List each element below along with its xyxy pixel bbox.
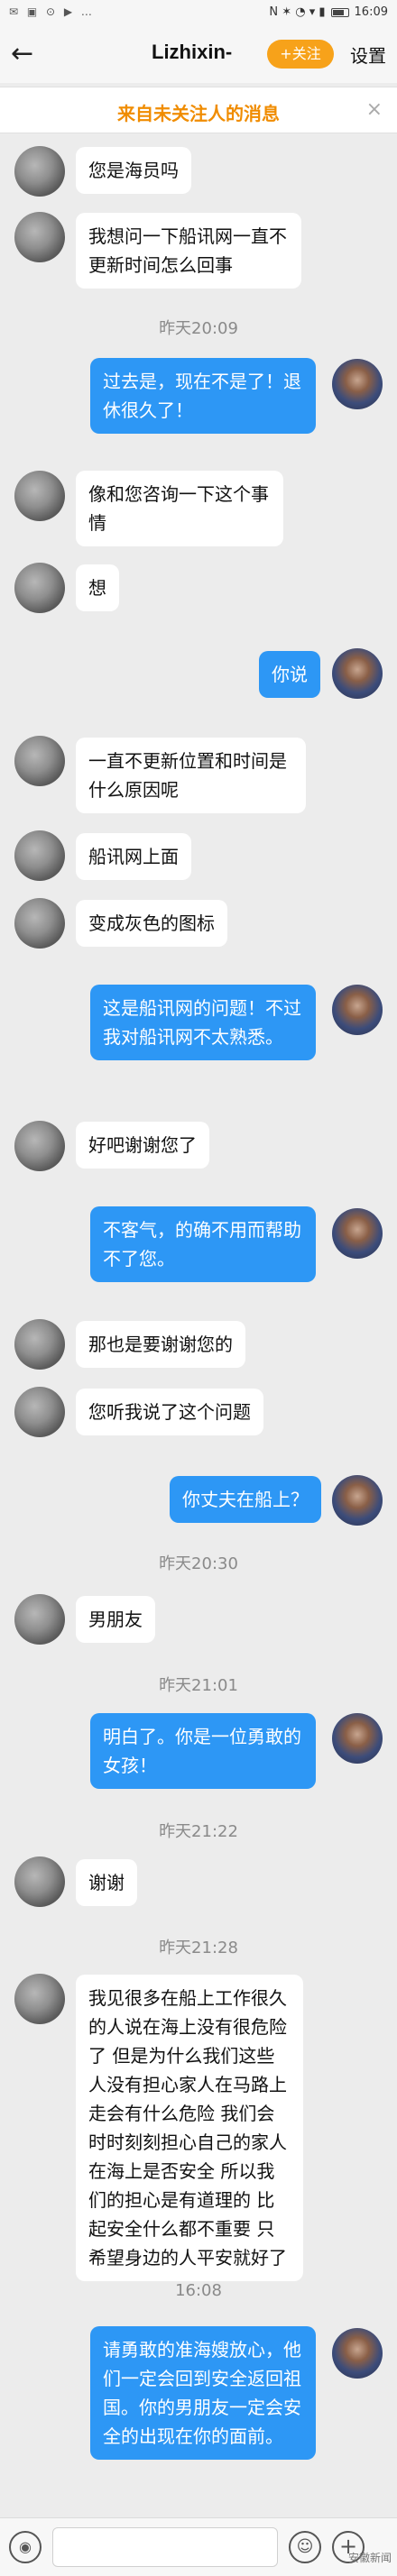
follow-button[interactable]: +关注 (267, 40, 334, 69)
contact-avatar[interactable] (14, 563, 65, 613)
contact-avatar[interactable] (14, 1974, 65, 2024)
my-avatar[interactable] (332, 1713, 383, 1764)
contact-avatar[interactable] (14, 898, 65, 949)
message-bubble: 男朋友 (76, 1596, 155, 1643)
status-notification-icons: ✉ ▣ ⊙ ▶ … (9, 5, 95, 18)
status-indicator-icons: N ✶ ◔ ▾ ▮ (269, 5, 326, 19)
my-avatar[interactable] (332, 985, 383, 1035)
timestamp: 昨天21:22 (159, 1822, 238, 1841)
message-bubble: 好吧谢谢您了 (76, 1122, 209, 1169)
contact-avatar[interactable] (14, 212, 65, 262)
settings-button[interactable]: 设置 (350, 41, 386, 68)
message-bubble: 你丈夫在船上？ (170, 1476, 321, 1523)
contact-avatar[interactable] (14, 1319, 65, 1370)
message-bubble: 谢谢 (76, 1859, 137, 1906)
nav-bar: ← Lizhixin- +关注 设置 (0, 25, 397, 83)
status-bar: ✉ ▣ ⊙ ▶ … N ✶ ◔ ▾ ▮ 16:09 (0, 0, 397, 25)
message-bubble: 过去是，现在不是了！退休很久了！ (90, 358, 316, 434)
banner-title: 来自未关注人的消息 (117, 103, 280, 124)
message-bubble: 想 (76, 564, 119, 611)
back-arrow-icon[interactable]: ← (11, 38, 47, 70)
message-bubble: 一直不更新位置和时间是什么原因呢 (76, 738, 306, 813)
message-bubble: 这是船讯网的问题！不过我对船讯网不太熟悉。 (90, 985, 316, 1060)
message-bubble: 那也是要谢谢您的 (76, 1321, 245, 1368)
emoji-icon[interactable]: ☺ (289, 2531, 321, 2563)
message-bubble: 您是海员吗 (76, 147, 191, 194)
my-avatar[interactable] (332, 359, 383, 409)
message-bubble: 明白了。你是一位勇敢的女孩！ (90, 1713, 316, 1789)
status-right-group: N ✶ ◔ ▾ ▮ 16:09 (269, 5, 388, 19)
message-bubble: 请勇敢的准海嫂放心，他们一定会回到安全返回祖国。你的男朋友一定会安全的出现在你的… (90, 2326, 316, 2460)
contact-avatar[interactable] (14, 471, 65, 521)
input-bar: ◉ ☺ + (0, 2517, 397, 2576)
contact-avatar[interactable] (14, 830, 65, 881)
timestamp: 16:08 (175, 2281, 222, 2300)
my-avatar[interactable] (332, 648, 383, 699)
my-avatar[interactable] (332, 2328, 383, 2379)
message-input[interactable] (52, 2527, 278, 2567)
message-bubble: 像和您咨询一下这个事情 (76, 471, 283, 546)
message-bubble: 变成灰色的图标 (76, 900, 227, 947)
watermark: 安徽新闻 (347, 2552, 392, 2564)
contact-avatar[interactable] (14, 1594, 65, 1645)
my-avatar[interactable] (332, 1208, 383, 1259)
timestamp: 昨天20:09 (159, 319, 238, 338)
contact-avatar[interactable] (14, 1856, 65, 1907)
contact-avatar[interactable] (14, 1121, 65, 1171)
contact-avatar[interactable] (14, 1387, 65, 1437)
message-bubble: 你说 (259, 651, 320, 698)
contact-avatar[interactable] (14, 736, 65, 786)
message-bubble: 船讯网上面 (76, 833, 191, 880)
status-time: 16:09 (354, 5, 388, 19)
voice-icon[interactable]: ◉ (9, 2531, 42, 2563)
contact-avatar[interactable] (14, 146, 65, 197)
message-bubble: 您听我说了这个问题 (76, 1389, 263, 1435)
unfollowed-banner: 来自未关注人的消息 × (0, 87, 397, 133)
timestamp: 昨天21:01 (159, 1676, 238, 1695)
timestamp: 昨天21:28 (159, 1939, 238, 1957)
message-bubble: 我想问一下船讯网一直不更新时间怎么回事 (76, 213, 301, 289)
close-icon[interactable]: × (366, 98, 383, 121)
message-bubble: 不客气，的确不用而帮助不了您。 (90, 1206, 316, 1282)
chat-title: Lizhixin- (152, 41, 233, 63)
timestamp: 昨天20:30 (159, 1554, 238, 1573)
my-avatar[interactable] (332, 1475, 383, 1526)
battery-icon (330, 7, 349, 17)
message-bubble: 我见很多在船上工作很久的人说在海上没有很危险了 但是为什么我们这些人没有担心家人… (76, 1975, 303, 2281)
